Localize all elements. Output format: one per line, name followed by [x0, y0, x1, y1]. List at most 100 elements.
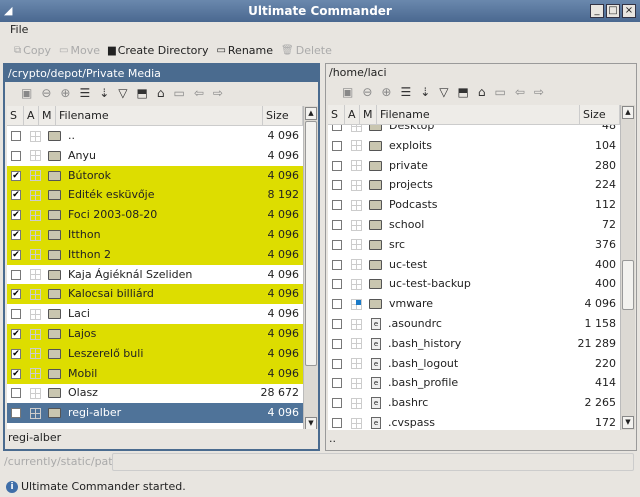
thumbnail-icon[interactable]: ▣ — [342, 85, 353, 99]
left-file-list[interactable]: .. 4 096 Anyu 4 096 ✔ Bútorok 4 096 ✔ Editék esk… — [7, 126, 303, 431]
filter-icon[interactable]: ▽ — [439, 85, 448, 99]
file-row[interactable]: ✔ Foci 2003-08-20 4 096 — [7, 205, 303, 226]
column-header-a[interactable]: A — [24, 105, 39, 126]
file-row[interactable]: e .asoundrc 1 158 — [328, 314, 620, 334]
file-row[interactable]: uc-test-backup 400 — [328, 274, 620, 294]
app-icon[interactable]: ◢ — [4, 4, 18, 17]
column-header-m[interactable]: M — [360, 104, 377, 125]
select-checkbox[interactable] — [332, 140, 342, 151]
thumbnail-icon[interactable]: ▣ — [21, 86, 32, 100]
select-checkbox[interactable]: ✔ — [11, 210, 21, 221]
close-button[interactable]: × — [622, 4, 636, 18]
select-checkbox[interactable] — [332, 160, 342, 171]
select-checkbox[interactable] — [332, 319, 342, 329]
select-checkbox[interactable] — [332, 125, 342, 131]
forward-icon[interactable]: ⇨ — [213, 86, 223, 100]
file-row[interactable]: ✔ Leszerelő buli 4 096 — [7, 343, 303, 364]
select-checkbox[interactable] — [332, 418, 342, 428]
file-row[interactable]: src 376 — [328, 235, 620, 255]
menu-file[interactable]: File — [10, 23, 28, 36]
file-row[interactable]: Anyu 4 096 — [7, 146, 303, 166]
column-header-size[interactable]: Size — [263, 105, 303, 126]
file-row[interactable]: Kaja Ágiéknál Szeliden 4 096 — [7, 265, 303, 285]
file-row[interactable]: school 72 — [328, 215, 620, 235]
open-folder-icon[interactable]: ▭ — [495, 85, 506, 99]
delete-button[interactable]: 🗑 Delete — [281, 44, 332, 57]
file-row[interactable]: ✔ Itthon 2 4 096 — [7, 244, 303, 265]
file-row[interactable]: Olasz 28 672 — [7, 383, 303, 403]
select-checkbox[interactable]: ✔ — [11, 249, 21, 260]
zoom-out-icon[interactable]: ⊖ — [362, 85, 372, 99]
select-checkbox[interactable] — [332, 358, 342, 369]
create-directory-button[interactable]: ▆ Create Directory — [108, 44, 208, 57]
list-view-icon[interactable]: ☰ — [79, 86, 90, 100]
column-header-s[interactable]: S — [328, 104, 345, 125]
column-header-name[interactable]: Filename — [56, 105, 263, 126]
sort-icon[interactable]: ⇣ — [420, 85, 430, 99]
file-row[interactable]: exploits 104 — [328, 136, 620, 156]
file-row[interactable]: e .bashrc 2 265 — [328, 393, 620, 413]
rename-button[interactable]: ▭ Rename — [216, 44, 273, 57]
scroll-thumb[interactable] — [305, 121, 317, 366]
list-view-icon[interactable]: ☰ — [400, 85, 411, 99]
select-checkbox[interactable]: ✔ — [11, 170, 21, 181]
maximize-button[interactable]: □ — [606, 4, 620, 18]
move-button[interactable]: ▭ Move — [59, 44, 100, 57]
home-icon[interactable]: ⌂ — [157, 86, 165, 100]
column-header-size[interactable]: Size — [580, 104, 620, 125]
file-row[interactable]: e .bash_profile 414 — [328, 373, 620, 393]
column-header-name[interactable]: Filename — [377, 104, 580, 125]
select-checkbox[interactable] — [11, 269, 21, 280]
file-row[interactable]: ✔ Kalocsai billiárd 4 096 — [7, 284, 303, 305]
select-checkbox[interactable] — [332, 200, 342, 211]
select-checkbox[interactable] — [332, 180, 342, 191]
forward-icon[interactable]: ⇨ — [534, 85, 544, 99]
copy-button[interactable]: ⧉ Copy — [14, 44, 51, 57]
select-checkbox[interactable]: ✔ — [11, 289, 21, 300]
zoom-in-icon[interactable]: ⊕ — [381, 85, 391, 99]
sort-icon[interactable]: ⇣ — [99, 86, 109, 100]
scroll-thumb[interactable] — [622, 260, 634, 310]
select-checkbox[interactable] — [11, 150, 21, 161]
scroll-up-arrow[interactable]: ▲ — [305, 107, 317, 120]
select-checkbox[interactable]: ✔ — [11, 368, 21, 379]
file-row[interactable]: projects 224 — [328, 175, 620, 195]
file-row[interactable]: regi-alber 4 096 — [7, 403, 303, 424]
select-checkbox[interactable] — [11, 309, 21, 320]
left-scrollbar[interactable]: ▲ ▼ — [303, 106, 318, 431]
select-checkbox[interactable]: ✔ — [11, 348, 21, 359]
command-input[interactable] — [112, 453, 634, 471]
select-checkbox[interactable] — [332, 338, 342, 349]
scroll-up-arrow[interactable]: ▲ — [622, 106, 634, 119]
select-checkbox[interactable] — [332, 220, 342, 230]
file-row[interactable]: vmware 4 096 — [328, 294, 620, 314]
select-checkbox[interactable]: ✔ — [11, 329, 21, 339]
file-row[interactable]: Laci 4 096 — [7, 304, 303, 324]
select-checkbox[interactable] — [332, 378, 342, 389]
right-panel[interactable]: /home/laci ▣ ⊖ ⊕ ☰ ⇣ ▽ ⬒ ⌂ ▭ ⇦ ⇨ S A M Filename Size D… — [325, 63, 637, 451]
open-folder-icon[interactable]: ▭ — [174, 86, 185, 100]
zoom-out-icon[interactable]: ⊖ — [41, 86, 51, 100]
parent-dir-icon[interactable]: ⬒ — [458, 85, 469, 99]
file-row[interactable]: ✔ Editék esküvője 8 192 — [7, 185, 303, 206]
left-panel[interactable]: /crypto/depot/Private Media ▣ ⊖ ⊕ ☰ ⇣ ▽ ⬒ ⌂ ▭ ⇦ ⇨ … — [3, 63, 320, 451]
select-checkbox[interactable]: ✔ — [11, 190, 21, 201]
file-row[interactable]: ✔ Itthon 4 096 — [7, 225, 303, 245]
select-checkbox[interactable] — [332, 398, 342, 409]
select-checkbox[interactable]: ✔ — [11, 230, 21, 240]
filter-icon[interactable]: ▽ — [118, 86, 127, 100]
select-checkbox[interactable] — [11, 131, 21, 141]
file-row[interactable]: .. 4 096 — [7, 126, 303, 146]
column-header-a[interactable]: A — [345, 104, 360, 125]
column-header-s[interactable]: S — [7, 105, 24, 126]
home-icon[interactable]: ⌂ — [478, 85, 486, 99]
file-row[interactable]: Desktop 48 — [328, 125, 620, 136]
file-row[interactable]: ✔ Bútorok 4 096 — [7, 165, 303, 186]
select-checkbox[interactable] — [332, 279, 342, 290]
minimize-button[interactable]: _ — [590, 4, 604, 18]
scroll-down-arrow[interactable]: ▼ — [622, 416, 634, 429]
column-header-m[interactable]: M — [39, 105, 56, 126]
file-row[interactable]: ✔ Mobil 4 096 — [7, 363, 303, 384]
right-file-list[interactable]: Desktop 48 exploits 104 private 280 projects 22… — [328, 125, 620, 430]
file-row[interactable]: e .bash_history 21 289 — [328, 334, 620, 354]
